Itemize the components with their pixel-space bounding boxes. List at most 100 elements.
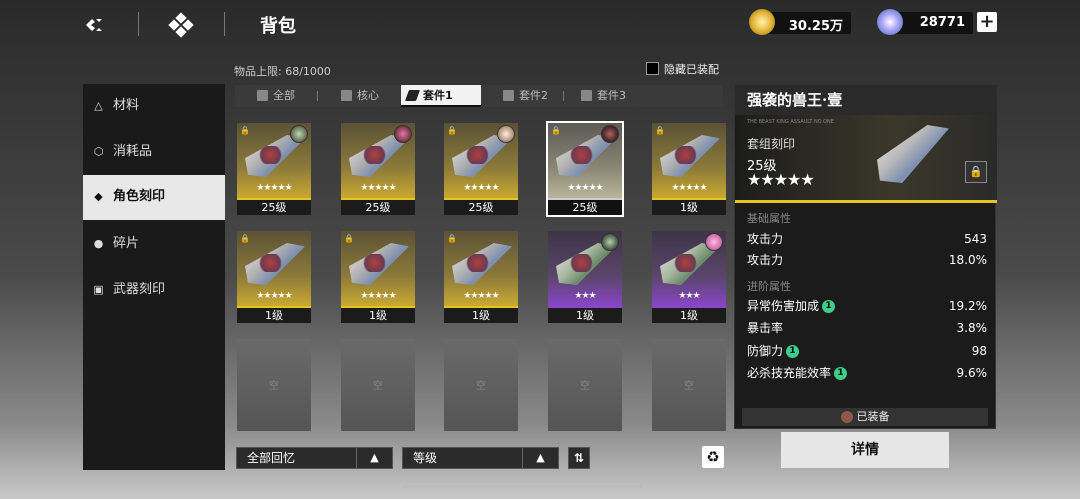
hide-equipped-label[interactable]: 隐藏已装配 <box>664 61 719 77</box>
card-level: 1级 <box>341 308 415 323</box>
filter-value: 全部回忆 <box>247 451 296 465</box>
rarity-stars: ★★★★★ <box>360 183 396 193</box>
tab-set1[interactable]: 套件1 <box>401 85 481 107</box>
tab-core[interactable]: 核心 <box>335 85 395 107</box>
card-art: 🔒 ★★★★★ <box>548 123 622 198</box>
coin-icon <box>749 9 775 35</box>
card-level: 1级 <box>548 308 622 323</box>
empty-label: 空 <box>373 381 383 392</box>
person-icon: ● <box>93 237 104 250</box>
imprint-card[interactable]: ★★★ 1级 <box>548 231 622 323</box>
diamond-grid-icon[interactable] <box>168 12 194 38</box>
attribute-row: 异常伤害加成 1 19.2% <box>747 297 987 315</box>
blade-image <box>245 243 305 285</box>
rarity-stars: ★★★★★ <box>671 183 707 193</box>
sidebar-item-label: 武器刻印 <box>113 282 166 297</box>
equipped-status: 已装备 <box>742 408 988 426</box>
attribute-row: 必杀技充能效率 1 9.6% <box>747 364 987 382</box>
tab-label: 套件2 <box>519 89 548 102</box>
sidebar-item-materials[interactable]: △ 材料 <box>83 84 225 128</box>
sidebar-item-weapon-imprints[interactable]: ▣ 武器刻印 <box>83 268 225 312</box>
imprint-card[interactable]: 🔒 ★★★★★ 1级 <box>237 231 311 323</box>
lock-icon: 🔒 <box>240 234 250 243</box>
tab-label: 套件3 <box>597 89 626 102</box>
tab-label: 全部 <box>273 89 295 102</box>
rarity-stars: ★★★★★ <box>256 291 292 301</box>
gem-icon <box>877 9 903 35</box>
tab-all[interactable]: 全部 <box>251 85 313 107</box>
divider <box>317 91 318 101</box>
lock-icon: 🔒 <box>969 165 983 178</box>
sidebar-item-label: 材料 <box>113 98 140 113</box>
empty-label: 空 <box>684 381 694 392</box>
recycle-button[interactable]: ♻ <box>702 446 724 468</box>
card-art: ★★★★★ <box>341 123 415 198</box>
empty-slot: 空 <box>237 339 311 431</box>
imprint-icon: ◆ <box>94 190 103 203</box>
coin-amount: 30.25万 <box>788 19 843 34</box>
lock-toggle-button[interactable]: 🔒 <box>965 161 987 183</box>
menu-icon[interactable] <box>82 12 108 38</box>
attribute-value: 9.6% <box>956 366 988 380</box>
avatar <box>497 125 515 143</box>
sort-dropdown[interactable]: 等级 ▲ <box>402 447 559 469</box>
capacity-label: 物品上限: 68/1000 <box>234 65 331 78</box>
rarity-stars: ★★★★★ <box>360 291 396 301</box>
imprint-card[interactable]: ★★★★★ 25级 <box>341 123 415 215</box>
sidebar-item-consumables[interactable]: ⬡ 消耗品 <box>83 130 225 174</box>
tiny-caption: THE BEAST KING ASSAULT NO.ONE <box>747 119 834 125</box>
empty-label: 空 <box>269 381 279 392</box>
card-level: 1级 <box>444 308 518 323</box>
triangle-up-icon[interactable]: ▲ <box>522 448 558 468</box>
swap-order-button[interactable]: ⇅ <box>568 447 590 469</box>
detail-panel: 强袭的兽王·壹 THE BEAST KING ASSAULT NO.ONE 套组… <box>734 84 997 429</box>
avatar <box>601 233 619 251</box>
triangle-up-icon[interactable]: ▲ <box>356 448 392 468</box>
upgrade-badge: 1 <box>834 367 848 380</box>
card-level: 1级 <box>237 308 311 323</box>
card-art: 🔒 ★★★★★ <box>237 123 311 198</box>
attribute-name: 攻击力 <box>747 232 784 246</box>
gem-amount: 28771 <box>919 15 965 30</box>
empty-slot: 空 <box>548 339 622 431</box>
attribute-name: 暴击率 <box>747 321 784 335</box>
sidebar-item-character-imprints[interactable]: ◆ 角色刻印 <box>83 175 225 220</box>
imprint-card[interactable]: 🔒 ★★★★★ 25级 <box>237 123 311 215</box>
basic-attributes-header: 基础属性 <box>747 212 791 225</box>
empty-slot: 空 <box>444 339 518 431</box>
card-art: 🔒 ★★★★★ <box>444 231 518 306</box>
blade-image <box>349 243 409 285</box>
attribute-name: 防御力 <box>747 344 784 358</box>
upgrade-badge: 1 <box>822 300 836 313</box>
sidebar-item-fragments[interactable]: ● 碎片 <box>83 222 225 266</box>
tab-label: 核心 <box>357 89 379 102</box>
tab-set3[interactable]: 套件3 <box>575 85 645 107</box>
avatar <box>705 233 723 251</box>
blade-icon <box>404 90 421 101</box>
core-icon <box>341 90 352 101</box>
blade-image <box>660 135 720 177</box>
lock-icon: 🔒 <box>655 126 665 135</box>
details-button[interactable]: 详情 <box>781 432 949 468</box>
tab-set2[interactable]: 套件2 <box>497 85 567 107</box>
page-title: 背包 <box>260 16 296 37</box>
attribute-value: 19.2% <box>948 299 987 313</box>
rarity-stars: ★★★★★ <box>567 183 603 193</box>
lock-icon: 🔒 <box>344 234 354 243</box>
imprint-card[interactable]: 🔒 ★★★★★ 1级 <box>341 231 415 323</box>
card-level: 25级 <box>444 200 518 215</box>
imprint-card[interactable]: 🔒 ★★★★★ 1级 <box>444 231 518 323</box>
blade-icon <box>503 90 514 101</box>
attribute-name: 必杀技充能效率 <box>747 366 832 380</box>
category-sidebar: △ 材料 ⬡ 消耗品 ◆ 角色刻印 ● 碎片 ▣ 武器刻印 <box>83 84 225 470</box>
imprint-card[interactable]: 🔒 ★★★★★ 1级 <box>652 123 726 215</box>
attribute-name: 异常伤害加成 <box>747 299 820 313</box>
filter-dropdown[interactable]: 全部回忆 ▲ <box>236 447 393 469</box>
imprint-card-selected[interactable]: 🔒 ★★★★★ 25级 <box>546 121 624 217</box>
sidebar-item-label: 角色刻印 <box>113 189 166 204</box>
imprint-card[interactable]: 🔒 ★★★★★ 25级 <box>444 123 518 215</box>
empty-label: 空 <box>476 381 486 392</box>
add-currency-button[interactable]: + <box>977 12 997 32</box>
hide-equipped-checkbox[interactable] <box>646 62 659 75</box>
imprint-card[interactable]: ★★★ 1级 <box>652 231 726 323</box>
